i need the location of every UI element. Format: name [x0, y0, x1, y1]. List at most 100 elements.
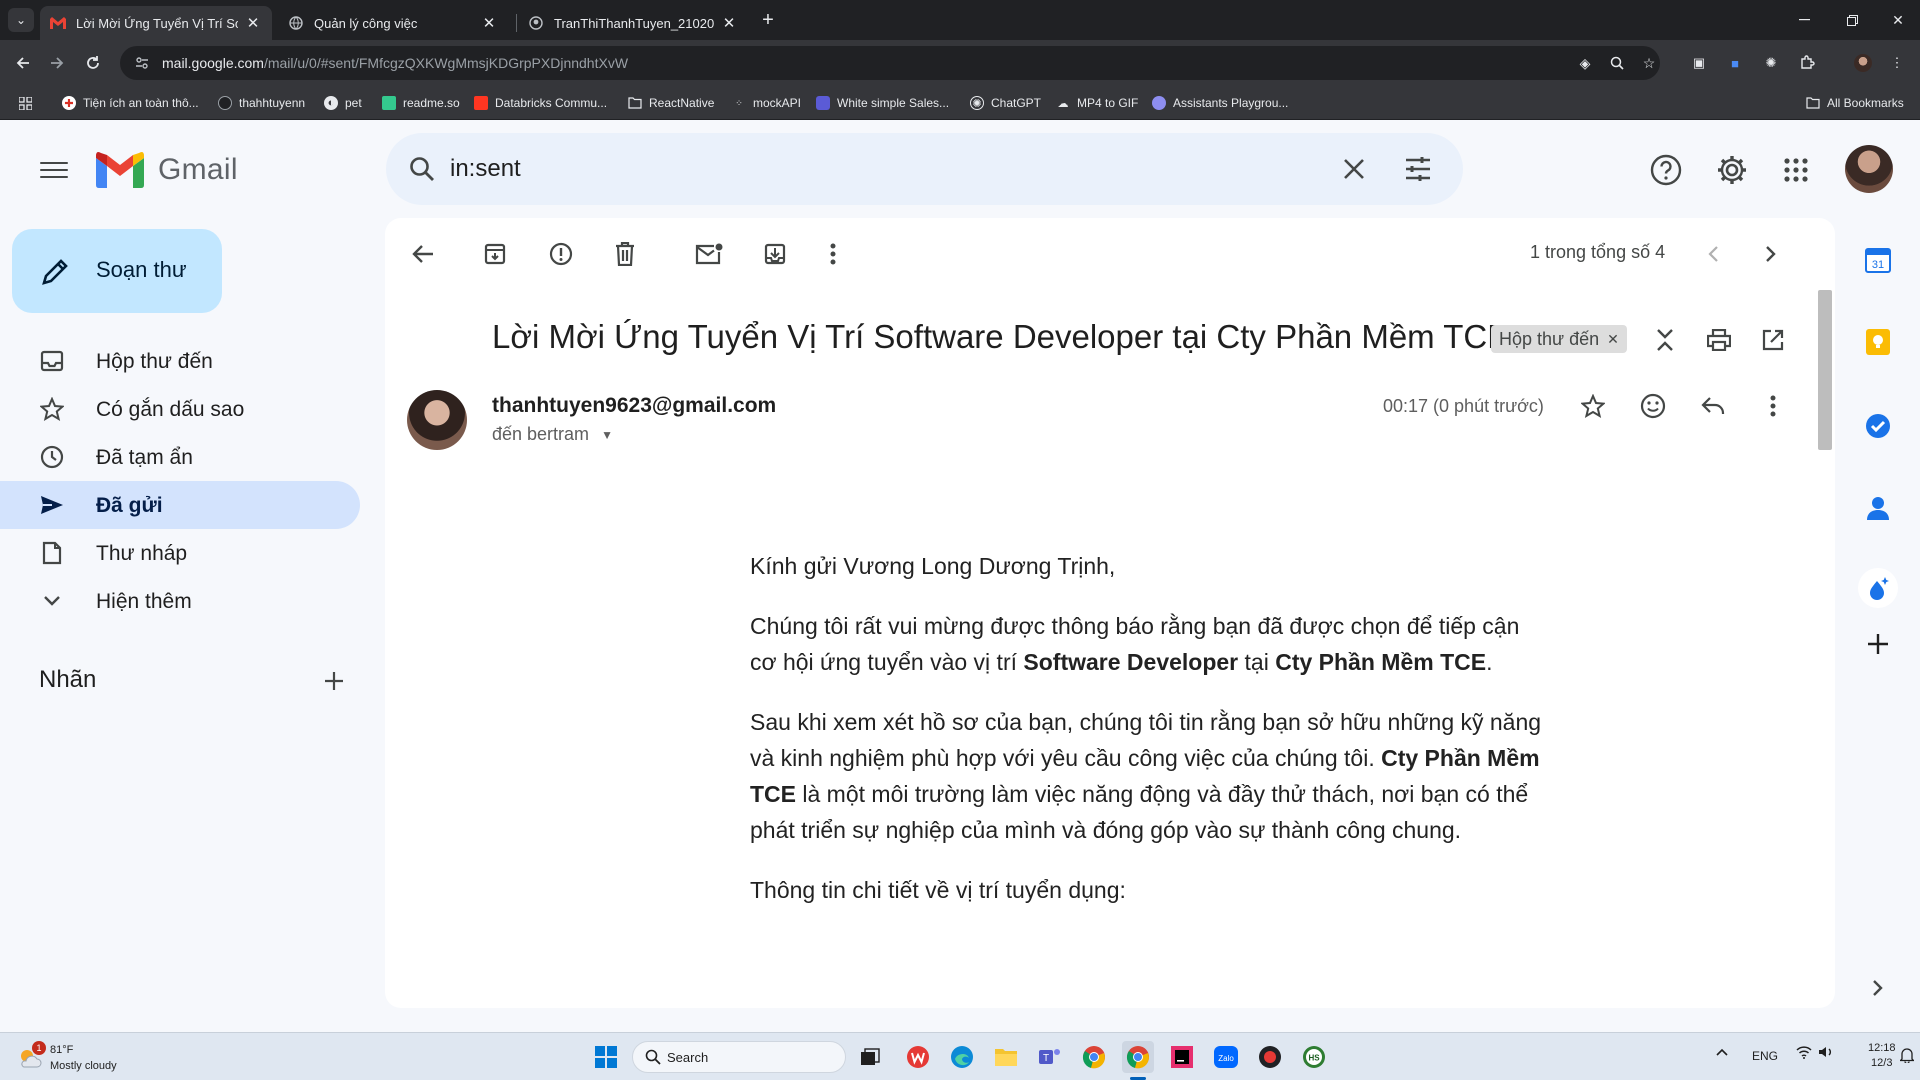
- screen-recorder-icon[interactable]: [1254, 1041, 1286, 1073]
- nav-item-drafts[interactable]: Thư nháp: [0, 529, 360, 577]
- archive-icon[interactable]: [477, 236, 513, 272]
- wifi-icon[interactable]: [1796, 1045, 1812, 1062]
- extension-translate-icon[interactable]: ■: [1726, 54, 1744, 72]
- sender-email[interactable]: thanhtuyen9623@gmail.com: [492, 394, 776, 418]
- close-tab-icon[interactable]: ✕: [720, 14, 738, 32]
- bookmark-safety-tool[interactable]: ✚ Tiện ích an toàn thô...: [62, 93, 199, 113]
- profile-avatar-icon[interactable]: [1854, 54, 1872, 72]
- bookmark-readme[interactable]: readme.so: [382, 93, 460, 113]
- emoji-reaction-icon[interactable]: [1635, 388, 1671, 424]
- main-menu-button[interactable]: [38, 154, 70, 186]
- close-window-button[interactable]: ✕: [1870, 0, 1920, 40]
- contacts-icon[interactable]: [1862, 492, 1894, 524]
- recipient-line[interactable]: đến bertram ▼: [492, 424, 613, 445]
- bookmark-chatgpt[interactable]: ✺ ChatGPT: [970, 93, 1041, 113]
- newer-chevron-left-icon[interactable]: [1695, 236, 1731, 272]
- star-message-icon[interactable]: [1575, 388, 1611, 424]
- bookmark-folder-reactnative[interactable]: ReactNative: [628, 93, 714, 113]
- google-apps-icon[interactable]: [1776, 150, 1816, 190]
- weather-widget[interactable]: 1 81°F Mostly cloudy: [16, 1041, 176, 1075]
- reload-button[interactable]: [78, 48, 108, 78]
- move-to-icon[interactable]: [757, 236, 793, 272]
- all-bookmarks-button[interactable]: All Bookmarks: [1806, 93, 1904, 113]
- search-options-icon[interactable]: [1400, 151, 1436, 187]
- zalo-icon[interactable]: Zalo: [1210, 1041, 1242, 1073]
- bookmark-mockapi[interactable]: ⁘ mockAPI: [732, 93, 801, 113]
- search-query-text[interactable]: in:sent: [450, 155, 521, 183]
- calendar-icon[interactable]: 31: [1862, 244, 1894, 276]
- chrome-profile-2-icon[interactable]: [1078, 1041, 1110, 1073]
- get-add-ons-icon[interactable]: [1862, 628, 1894, 660]
- close-tab-icon[interactable]: ✕: [480, 14, 498, 32]
- compose-button[interactable]: Soạn thư: [12, 229, 222, 313]
- chrome-active-icon[interactable]: [1122, 1041, 1154, 1073]
- sender-avatar[interactable]: [407, 390, 467, 450]
- apps-grid-icon[interactable]: [18, 96, 32, 110]
- mark-unread-icon[interactable]: [691, 236, 727, 272]
- gmail-logo[interactable]: Gmail: [96, 150, 238, 190]
- zoom-icon[interactable]: [1608, 54, 1626, 72]
- back-to-list-icon[interactable]: [405, 236, 441, 272]
- tasks-icon[interactable]: [1862, 410, 1894, 442]
- notifications-bell-icon[interactable]: [1898, 1047, 1916, 1066]
- reply-icon[interactable]: [1695, 388, 1731, 424]
- tab-search-button[interactable]: ⌄: [8, 8, 34, 32]
- bookmark-star-icon[interactable]: ☆: [1640, 54, 1658, 72]
- bookmark-white-simple-sales[interactable]: White simple Sales...: [816, 93, 949, 113]
- open-new-window-icon[interactable]: [1755, 322, 1791, 358]
- report-spam-icon[interactable]: [543, 236, 579, 272]
- bookmark-databricks[interactable]: Databricks Commu...: [474, 93, 607, 113]
- show-hidden-icons-chevron[interactable]: [1716, 1045, 1728, 1059]
- task-view-icon[interactable]: [854, 1041, 886, 1073]
- taskbar-search-box[interactable]: Search: [632, 1041, 846, 1073]
- jetbrains-ide-icon[interactable]: [1166, 1041, 1198, 1073]
- clear-search-icon[interactable]: [1336, 151, 1372, 187]
- hs-app-icon[interactable]: HS: [1298, 1041, 1330, 1073]
- teams-icon[interactable]: T: [1034, 1041, 1066, 1073]
- bookmark-github[interactable]: thahhtuyenn: [218, 93, 305, 113]
- chrome-menu-icon[interactable]: ⋮: [1888, 54, 1906, 72]
- nav-item-snoozed[interactable]: Đã tạm ẩn: [0, 433, 360, 481]
- extensions-puzzle-icon[interactable]: [1798, 54, 1816, 72]
- extension-screenshot-icon[interactable]: ▣: [1690, 54, 1708, 72]
- site-info-icon[interactable]: [134, 55, 150, 71]
- nav-item-inbox[interactable]: Hộp thư đến: [0, 337, 360, 385]
- forward-button[interactable]: [42, 48, 72, 78]
- close-tab-icon[interactable]: ✕: [244, 14, 262, 32]
- email-scrollbar[interactable]: [1818, 290, 1832, 450]
- collapse-all-icon[interactable]: [1647, 322, 1683, 358]
- back-button[interactable]: [8, 48, 38, 78]
- tab-gmail[interactable]: Lời Mời Ứng Tuyển Vị Trí Software ✕: [40, 6, 272, 40]
- nav-item-sent[interactable]: Đã gửi: [0, 481, 360, 529]
- address-bar[interactable]: mail.google.com/mail/u/0/#sent/FMfcgzQXK…: [120, 46, 1660, 80]
- nav-item-starred[interactable]: Có gắn dấu sao: [0, 385, 360, 433]
- more-actions-icon[interactable]: [815, 236, 851, 272]
- bookmark-assistants-playground[interactable]: Assistants Playgrou...: [1152, 93, 1288, 113]
- wps-office-icon[interactable]: [902, 1041, 934, 1073]
- add-on-assistant-icon[interactable]: [1858, 568, 1898, 608]
- expand-side-panel-icon[interactable]: [1866, 976, 1890, 1000]
- recipient-details-dropdown-icon[interactable]: ▼: [601, 428, 613, 442]
- message-more-icon[interactable]: [1755, 388, 1791, 424]
- remove-label-icon[interactable]: ✕: [1607, 331, 1619, 348]
- account-avatar[interactable]: [1845, 145, 1893, 193]
- edge-browser-icon[interactable]: [946, 1041, 978, 1073]
- bookmark-mp4-to-gif[interactable]: ☁ MP4 to GIF: [1056, 93, 1139, 113]
- mail-search-bar[interactable]: in:sent: [386, 133, 1463, 205]
- inbox-label-chip[interactable]: Hộp thư đến ✕: [1491, 325, 1627, 353]
- windows-start-icon[interactable]: [590, 1041, 622, 1073]
- bookmark-pet[interactable]: ◐ pet: [324, 93, 362, 113]
- new-tab-button[interactable]: +: [756, 8, 780, 32]
- keep-icon[interactable]: [1862, 326, 1894, 358]
- search-icon[interactable]: [404, 151, 440, 187]
- tab-github[interactable]: TranThiThanhTuyen_21020281_ ✕: [518, 6, 748, 40]
- add-label-button[interactable]: [318, 665, 350, 697]
- system-clock[interactable]: 12:18 12/3: [1868, 1041, 1896, 1071]
- print-icon[interactable]: [1701, 322, 1737, 358]
- nav-item-more[interactable]: Hiện thêm: [0, 577, 360, 625]
- extension-openai-icon[interactable]: ✺: [1762, 54, 1780, 72]
- older-chevron-right-icon[interactable]: [1753, 236, 1789, 272]
- help-icon[interactable]: [1646, 150, 1686, 190]
- delete-trash-icon[interactable]: [607, 236, 643, 272]
- file-explorer-icon[interactable]: [990, 1041, 1022, 1073]
